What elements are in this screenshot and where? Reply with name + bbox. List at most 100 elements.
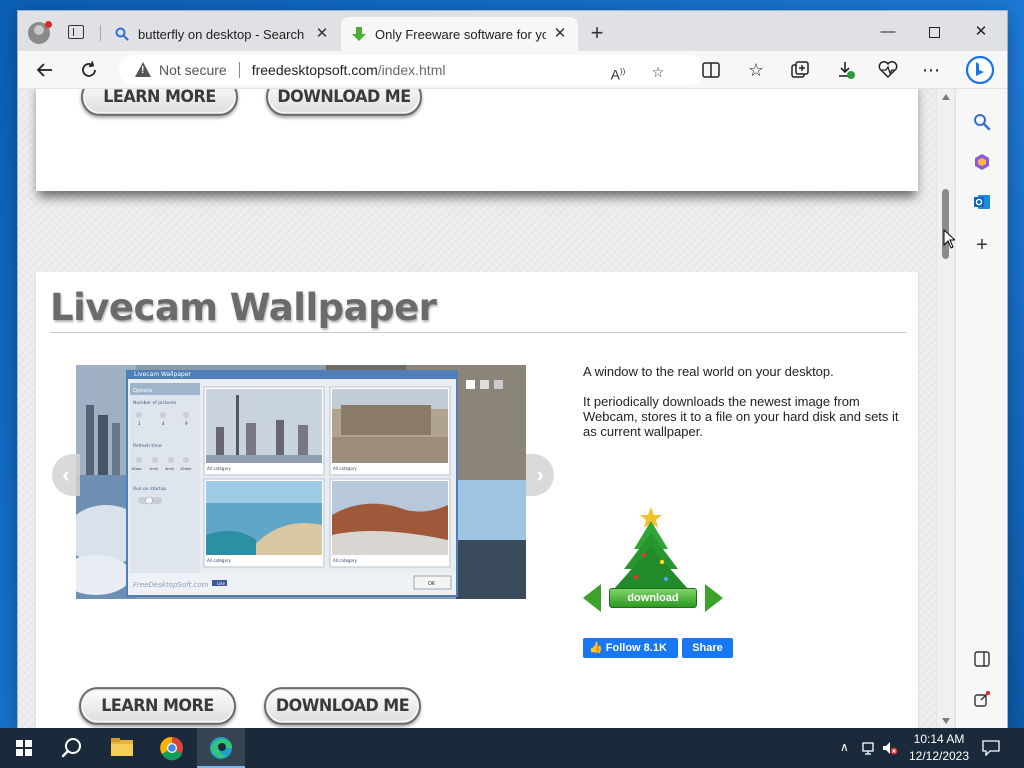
search-icon bbox=[61, 738, 81, 758]
collections-icon[interactable] bbox=[787, 57, 813, 83]
thumbs-up-icon: 👍 bbox=[589, 642, 606, 654]
favorite-star-icon[interactable]: ☆ bbox=[645, 59, 671, 85]
slider-prev-button[interactable]: ‹ bbox=[52, 454, 80, 496]
taskbar-file-explorer[interactable] bbox=[98, 728, 146, 768]
tab-actions-icon[interactable] bbox=[68, 25, 84, 39]
screenshot-refresh-3min: 3min bbox=[165, 467, 174, 471]
learn-more-button[interactable]: LEARN MORE bbox=[79, 687, 236, 725]
taskbar-chrome[interactable] bbox=[148, 728, 196, 768]
screenshot-refresh-10sec: 10sec bbox=[131, 467, 142, 471]
show-hidden-icons-icon[interactable]: ∧ bbox=[840, 740, 849, 754]
outlook-icon[interactable] bbox=[969, 189, 995, 215]
not-secure-label[interactable]: Not secure bbox=[159, 62, 227, 78]
minimize-button[interactable]: — bbox=[865, 19, 911, 45]
downloads-icon[interactable] bbox=[833, 57, 859, 83]
screenshot-category-3: All category bbox=[207, 558, 232, 563]
screenshot-run-on-startup: Run on startup bbox=[133, 486, 166, 492]
tab-separator bbox=[100, 25, 101, 41]
scroll-down-icon[interactable] bbox=[942, 718, 950, 724]
product-card-previous: LEARN MORE DOWNLOAD ME bbox=[36, 89, 918, 191]
url-path[interactable]: /index.html bbox=[378, 62, 446, 78]
screenshot-window-title: Livecam Wallpaper bbox=[134, 371, 192, 378]
tab-freedesktopsoft[interactable]: Only Freeware software for your ✕ bbox=[341, 17, 578, 51]
split-screen-icon[interactable] bbox=[698, 57, 724, 83]
edge-sidebar: + bbox=[955, 89, 1007, 728]
taskbar-search-button[interactable] bbox=[48, 728, 96, 768]
download-me-button[interactable]: DOWNLOAD ME bbox=[266, 89, 422, 116]
product-screenshot-slider[interactable]: Livecam Wallpaper Options Number of pict… bbox=[76, 365, 526, 599]
screenshot-refresh-1min: 1min bbox=[149, 467, 158, 471]
download-widget[interactable]: download bbox=[583, 584, 723, 614]
refresh-button[interactable] bbox=[76, 57, 102, 83]
download-arrow-icon bbox=[351, 26, 367, 42]
url-host[interactable]: freedesktopsoft.com bbox=[252, 62, 378, 78]
address-bar[interactable]: Not secure freedesktopsoft.com/index.htm… bbox=[119, 55, 705, 85]
add-sidebar-app-icon[interactable]: + bbox=[969, 232, 995, 258]
download-button[interactable]: download bbox=[609, 588, 697, 608]
external-link-icon[interactable] bbox=[969, 686, 995, 712]
product-screenshot-image: Livecam Wallpaper Options Number of pict… bbox=[76, 365, 526, 599]
edge-icon bbox=[210, 737, 232, 759]
browser-essentials-icon[interactable] bbox=[875, 57, 901, 83]
close-window-button[interactable]: ✕ bbox=[958, 19, 1004, 45]
screenshot-category-1: All category bbox=[207, 466, 232, 471]
tab-search[interactable]: butterfly on desktop - Search ✕ bbox=[104, 17, 340, 51]
screenshot-like: Like bbox=[217, 581, 226, 586]
chrome-icon bbox=[160, 736, 183, 761]
browser-toolbar: Not secure freedesktopsoft.com/index.htm… bbox=[18, 51, 1007, 89]
description-line-1: A window to the real world on your deskt… bbox=[583, 364, 834, 379]
tab-close-icon[interactable]: ✕ bbox=[314, 26, 330, 42]
search-icon bbox=[114, 26, 130, 42]
copilot-icon[interactable] bbox=[964, 55, 996, 87]
browser-window: butterfly on desktop - Search ✕ Only Fre… bbox=[18, 11, 1007, 728]
vertical-scrollbar[interactable] bbox=[936, 89, 954, 728]
more-options-icon[interactable]: ⋯ bbox=[918, 57, 944, 83]
hide-sidebar-icon[interactable] bbox=[969, 646, 995, 672]
facebook-follow-label: Follow 8.1K bbox=[605, 642, 667, 654]
back-button[interactable] bbox=[32, 57, 58, 83]
tab-bar: butterfly on desktop - Search ✕ Only Fre… bbox=[18, 11, 1007, 51]
clock-date: 12/12/2023 bbox=[908, 749, 970, 763]
arrow-left-icon bbox=[583, 584, 601, 612]
maximize-icon bbox=[928, 26, 940, 38]
screenshot-category-4: All category bbox=[333, 558, 358, 563]
title-divider bbox=[50, 332, 906, 333]
volume-muted-icon[interactable] bbox=[882, 740, 898, 756]
slider-next-button[interactable]: › bbox=[526, 454, 554, 496]
tab-close-icon[interactable]: ✕ bbox=[552, 26, 568, 42]
facebook-follow-button[interactable]: 👍 Follow 8.1K bbox=[583, 638, 678, 658]
scroll-up-icon[interactable] bbox=[942, 94, 950, 100]
taskbar-edge[interactable] bbox=[197, 728, 245, 768]
notification-button[interactable] bbox=[982, 728, 1002, 768]
description-line-2: It periodically downloads the newest ima… bbox=[583, 394, 899, 439]
search-icon[interactable] bbox=[969, 109, 995, 135]
new-tab-button[interactable]: + bbox=[586, 22, 608, 45]
learn-more-button[interactable]: LEARN MORE bbox=[81, 89, 238, 116]
screenshot-options-label: Options bbox=[133, 388, 153, 394]
tab-title: Only Freeware software for your bbox=[375, 26, 546, 42]
screenshot-refresh-time: Refresh time bbox=[133, 443, 162, 449]
screenshot-watermark: FreeDesktopSoft.com bbox=[133, 581, 209, 589]
product-card-livecam: Livecam Wallpaper Livecam Wallpaper Opti… bbox=[36, 272, 918, 728]
arrow-right-icon bbox=[705, 584, 723, 612]
screenshot-category-2: All category bbox=[333, 466, 358, 471]
facebook-share-button[interactable]: Share bbox=[682, 638, 733, 658]
read-aloud-icon[interactable]: A)) bbox=[605, 59, 631, 85]
copilot-app-icon[interactable] bbox=[969, 149, 995, 175]
download-me-button[interactable]: DOWNLOAD ME bbox=[264, 687, 421, 725]
taskbar: ∧ 10:14 AM 12/12/2023 bbox=[0, 728, 1024, 768]
start-button[interactable] bbox=[0, 728, 48, 768]
profile-avatar-icon[interactable] bbox=[28, 21, 52, 44]
warning-icon[interactable] bbox=[135, 62, 151, 78]
network-icon[interactable] bbox=[862, 740, 878, 756]
screenshot-number-of-pictures: Number of pictures bbox=[133, 400, 177, 406]
taskbar-clock[interactable]: 10:14 AM 12/12/2023 bbox=[900, 731, 978, 765]
maximize-button[interactable] bbox=[911, 19, 957, 45]
page-viewport[interactable]: LEARN MORE DOWNLOAD ME Livecam Wallpaper bbox=[18, 89, 955, 728]
notification-icon bbox=[982, 740, 1000, 756]
screenshot-ok: OK bbox=[428, 581, 436, 587]
windows-logo-icon bbox=[16, 740, 32, 756]
favorites-icon[interactable]: ☆ bbox=[743, 57, 769, 83]
clock-time: 10:14 AM bbox=[913, 732, 965, 746]
product-title: Livecam Wallpaper bbox=[50, 286, 437, 329]
